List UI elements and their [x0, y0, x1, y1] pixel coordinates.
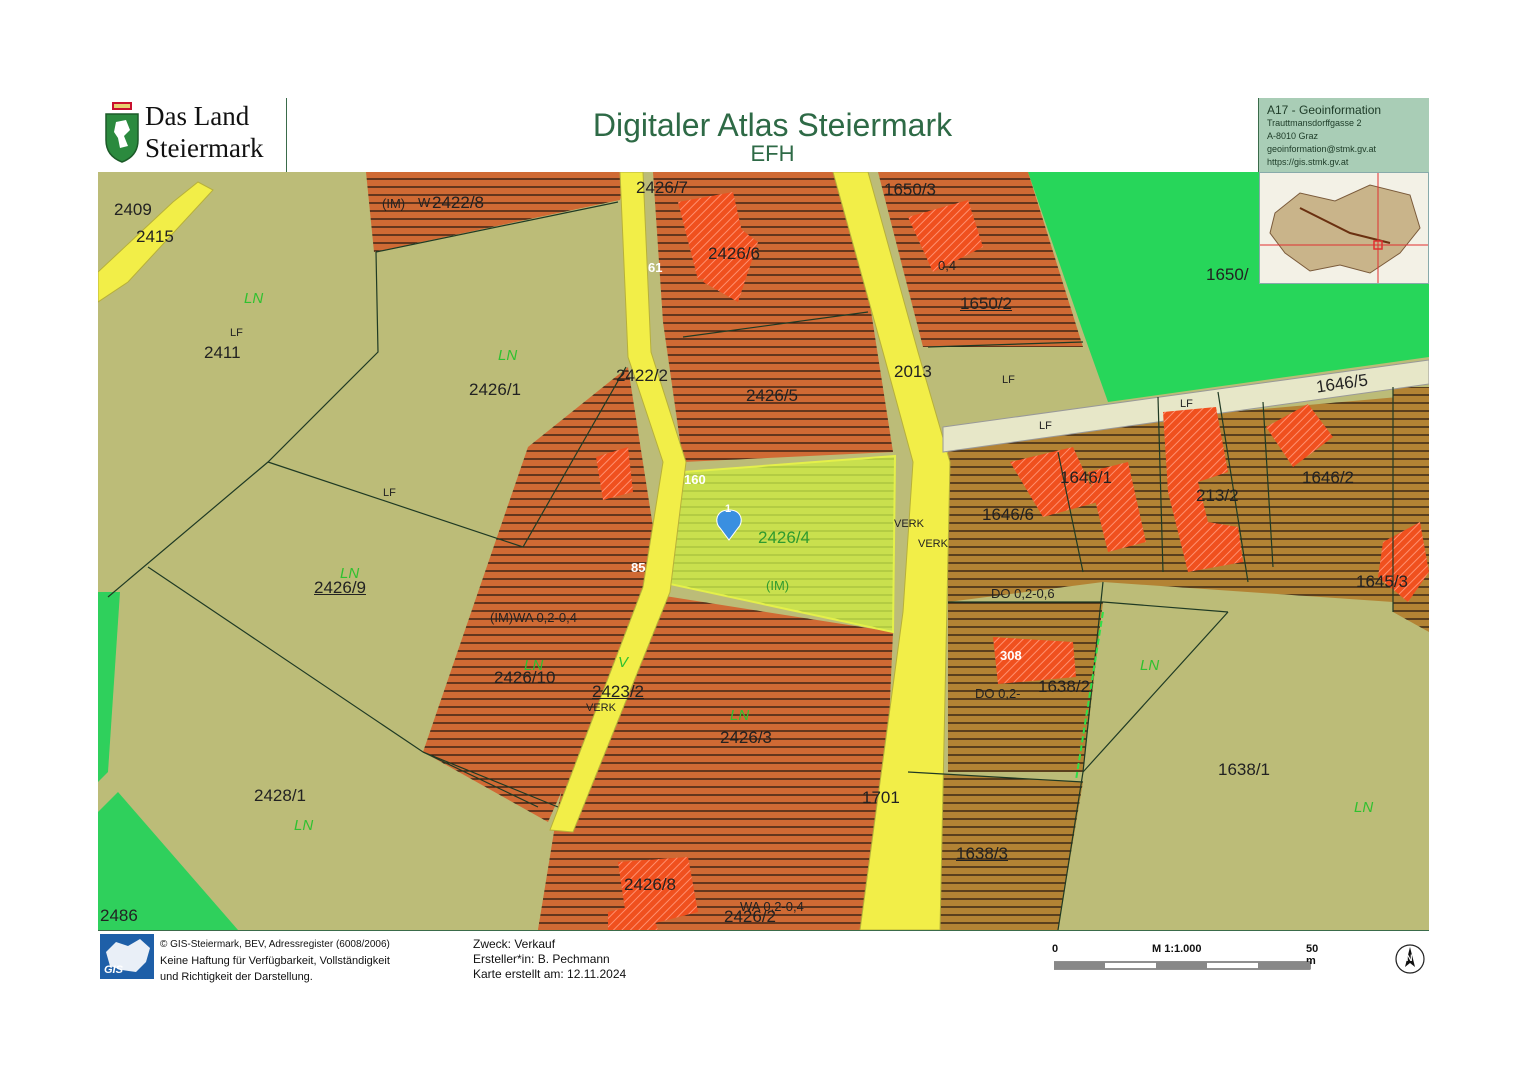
zoning-label: 61	[648, 260, 663, 275]
parcel-label: 1646/6	[982, 505, 1034, 524]
logo-wordmark: Das Land Steiermark	[145, 100, 263, 164]
land-use-label-green: LN	[498, 347, 518, 364]
title-block: Digitaler Atlas Steiermark EFH	[286, 98, 1259, 172]
land-use-label-green: LN	[1140, 657, 1160, 674]
copyright-text: © GIS-Steiermark, BEV, Adressregister (6…	[160, 939, 390, 950]
coat-of-arms-icon	[105, 102, 139, 163]
zoning-label: 0,4	[938, 258, 957, 273]
zoning-label: 308	[1000, 648, 1022, 663]
parcel-label: 2428/1	[254, 786, 306, 805]
disclaimer-line-1: Keine Haftung für Verfügbarkeit, Vollstä…	[160, 955, 390, 967]
agency-address-2: A-8010 Graz	[1267, 131, 1319, 141]
creation-date: Karte erstellt am: 12.11.2024	[473, 967, 627, 981]
land-use-label-green: LN	[244, 290, 264, 307]
scale-ratio: M 1:1.000	[1152, 943, 1202, 955]
parcel-label: 2422/8	[432, 193, 484, 212]
north-arrow-icon: N	[1394, 943, 1426, 975]
creator-text: Ersteller*in: B. Pechmann	[473, 952, 610, 966]
parcel-label: 2423/2	[592, 682, 644, 701]
parcel-label: 2486	[100, 906, 138, 925]
parcel-label: 1646/2	[1302, 468, 1354, 487]
land-use-label-green: LN	[730, 707, 750, 724]
state-logo: Das Land Steiermark	[98, 98, 286, 172]
parcel-label: 1650/	[1206, 265, 1249, 284]
land-use-label-green: LN	[294, 817, 314, 834]
agency-name: A17 - Geoinformation	[1267, 103, 1382, 117]
north-letter: N	[1406, 953, 1413, 963]
zoning-label: (IM)	[382, 196, 406, 211]
parcel-label: 213/2	[1196, 486, 1239, 505]
zoning-label: DO 0,2-0,6	[991, 586, 1055, 601]
land-use-label-green: LN	[340, 565, 360, 582]
zoning-label: DO 0,2-	[975, 686, 1021, 701]
parcel-label: 2422/2	[616, 366, 668, 385]
parcel-label: 2013	[894, 362, 932, 381]
scale-zero: 0	[1052, 943, 1059, 955]
parcel-label: 2415	[136, 227, 174, 246]
parcel-label: 2426/8	[624, 875, 676, 894]
land-use-label-green: LN	[1354, 799, 1374, 816]
agency-info: A17 - Geoinformation Trauttmansdorffgass…	[1259, 98, 1429, 172]
zoning-label: 160	[684, 472, 706, 487]
gis-logo-text: GIS	[104, 964, 123, 976]
land-use-label: LF	[383, 487, 396, 499]
parcel-label: 1701	[862, 788, 900, 807]
overview-map[interactable]	[1259, 172, 1429, 284]
agency-email[interactable]: geoinformation@stmk.gv.at	[1267, 143, 1429, 156]
road-label: VERK	[586, 702, 616, 714]
purpose-text: Zweck: Verkauf	[473, 937, 556, 951]
land-use-label-green: V	[618, 654, 629, 671]
agency-url[interactable]: https://gis.stmk.gv.at	[1267, 156, 1429, 169]
scale-bar-graphic	[1054, 961, 1311, 970]
zoning-label: (IM)WA 0,2-0,4	[490, 610, 577, 625]
parcel-label: 1645/3	[1356, 572, 1408, 591]
land-use-label: LF	[1180, 398, 1193, 410]
road-label: VERK	[918, 538, 948, 550]
gis-logo: GIS	[100, 934, 154, 979]
parcel-label: 2426/5	[746, 386, 798, 405]
parcel-label: 1650/2	[960, 294, 1012, 313]
disclaimer-line-2: und Richtigkeit der Darstellung.	[160, 971, 313, 983]
parcel-label: 1650/3	[884, 180, 936, 199]
agency-address-1: Trauttmansdorffgasse 2	[1267, 118, 1362, 128]
parcel-label: 1638/1	[1218, 760, 1270, 779]
map-canvas[interactable]: 1 2409 2415 2411 2426/1 2426/9 2428/1 24…	[98, 172, 1429, 930]
zoning-label: W	[418, 195, 431, 210]
zoning-label: (IM)	[766, 578, 790, 593]
parcel-label: 2426/1	[469, 380, 521, 399]
road-label: VERK	[894, 518, 924, 530]
land-use-label: LF	[230, 327, 243, 339]
zoning-label: WA 0,2-0,4	[740, 899, 804, 914]
land-use-label-green: LN	[524, 657, 544, 674]
parcel-label: 2426/3	[720, 728, 772, 747]
parcel-label: 1646/1	[1060, 468, 1112, 487]
parcel-label: 2426/6	[708, 244, 760, 263]
parcel-label: 2409	[114, 200, 152, 219]
overview-map-svg	[1260, 173, 1428, 283]
parcel-label: 2411	[204, 343, 241, 362]
parcel-label: 1638/2	[1038, 677, 1090, 696]
map-subtitle: EFH	[750, 141, 795, 166]
parcel-label: 1638/3	[956, 844, 1008, 863]
copyright-block: © GIS-Steiermark, BEV, Adressregister (6…	[160, 937, 390, 985]
location-marker-label: 1	[725, 503, 732, 515]
logo-line-2: Steiermark	[145, 133, 264, 163]
map-footer: GIS © GIS-Steiermark, BEV, Adressregiste…	[98, 930, 1429, 983]
land-use-label: LF	[1039, 420, 1052, 432]
parcel-label: 2426/7	[636, 178, 688, 197]
map-purpose-block: Zweck: Verkauf Ersteller*in: B. Pechmann…	[473, 937, 626, 982]
logo-line-1: Das Land	[145, 101, 250, 131]
land-use-label: LF	[1002, 374, 1015, 386]
map-title: Digitaler Atlas Steiermark	[592, 107, 953, 143]
zoning-label: 85	[631, 560, 646, 575]
parcel-label-selected: 2426/4	[758, 528, 810, 547]
